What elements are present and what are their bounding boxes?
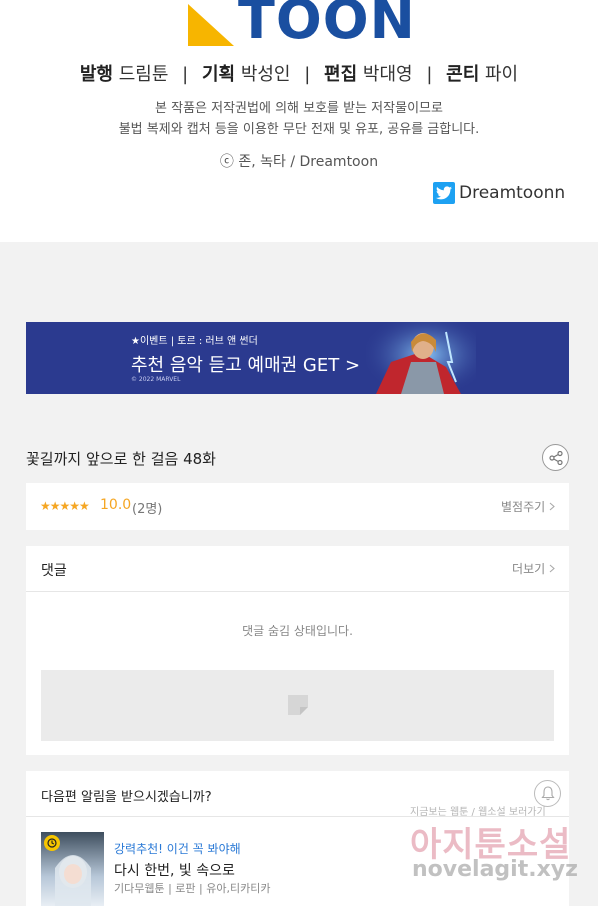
comments-label: 댓글 xyxy=(41,563,67,579)
comments-more-button[interactable]: 더보기 xyxy=(512,560,555,577)
credits-section: TOON 발행 드림툰 | 기획 박성인 | 편집 박대영 | 콘티 파이 본 … xyxy=(0,0,598,242)
staff-role: 편집 xyxy=(324,64,358,85)
rate-button[interactable]: 별점주기 xyxy=(501,498,555,515)
comments-card: 댓글 더보기 댓글 숨김 상태입니다. xyxy=(26,546,569,755)
episode-title: 꽃길까지 앞으로 한 걸음 48화 xyxy=(26,450,216,468)
staff-name: 박성인 xyxy=(240,64,291,85)
staff-role: 콘티 xyxy=(446,64,480,85)
site-watermark: 지금보는 웹툰 / 웹소설 보러가기 아지툰소설 novelagit.xyz xyxy=(410,803,590,903)
comments-header: 댓글 더보기 xyxy=(26,546,569,592)
share-icon xyxy=(548,450,563,465)
share-button[interactable] xyxy=(542,444,569,471)
recommendation-title[interactable]: 다시 한번, 빛 속으로 xyxy=(114,860,235,880)
alert-question: 다음편 알림을 받으시겠습니까? xyxy=(41,790,212,805)
notice-line: 불법 복제와 캡처 등을 이용한 무단 전재 및 유포, 공유를 금합니다. xyxy=(118,122,480,137)
rating-card: ★★★★★ 10.0 (2명) 별점주기 xyxy=(26,483,569,530)
more-label: 더보기 xyxy=(512,562,546,576)
hero-illustration xyxy=(366,322,476,394)
staff-name: 드림툰 xyxy=(118,64,169,85)
rating-score: 10.0 xyxy=(100,497,132,513)
logo-triangle-icon xyxy=(188,4,234,46)
staff-separator: | xyxy=(304,64,311,85)
banner-subtitle: ★이벤트 | 토르 : 러브 앤 썬더 xyxy=(131,336,258,347)
copyright-text: ⓒ 존, 녹타 / Dreamtoon xyxy=(219,154,379,170)
notice-line: 본 작품은 저작권법에 의해 보호를 받는 저작물이므로 xyxy=(155,101,443,116)
rating-count: (2명) xyxy=(132,502,163,517)
watermark-url: novelagit.xyz xyxy=(412,857,578,882)
chevron-right-icon xyxy=(549,502,555,511)
chevron-right-icon xyxy=(549,564,555,573)
recommendation-meta: 기다무웹툰 | 로판 | 유아,티카티카 xyxy=(114,882,271,895)
staff-credits: 발행 드림툰 | 기획 박성인 | 편집 박대영 | 콘티 파이 xyxy=(0,60,598,86)
banner-title: 추천 음악 듣고 예매권 GET > xyxy=(131,355,361,376)
banner-small-print: © 2022 MARVEL xyxy=(131,376,181,383)
rating-stars: ★★★★★ xyxy=(40,499,90,513)
event-banner[interactable]: ★이벤트 | 토르 : 러브 앤 썬더 추천 음악 듣고 예매권 GET > ©… xyxy=(26,322,569,394)
twitter-handle: Dreamtoonn xyxy=(459,183,566,203)
comment-placeholder-icon xyxy=(288,695,308,715)
staff-name: 파이 xyxy=(485,64,519,85)
staff-separator: | xyxy=(426,64,433,85)
rate-label: 별점주기 xyxy=(501,500,546,514)
twitter-icon xyxy=(433,182,455,204)
copyright-notice: 본 작품은 저작권법에 의해 보호를 받는 저작물이므로 불법 복제와 캡처 등… xyxy=(0,98,598,140)
thumbnail-illustration xyxy=(55,855,91,906)
recommendation-thumbnail[interactable] xyxy=(41,832,104,906)
recommendation-tag: 강력추천! 이건 꼭 봐야해 xyxy=(114,842,241,856)
staff-separator: | xyxy=(182,64,189,85)
watermark-caption: 지금보는 웹툰 / 웹소설 보러가기 xyxy=(410,807,546,818)
staff-role: 기획 xyxy=(201,64,236,85)
bell-icon xyxy=(540,786,555,801)
dreamtoon-logo: TOON xyxy=(188,0,415,50)
comments-hidden-message: 댓글 숨김 상태입니다. xyxy=(242,624,353,638)
logo-text: TOON xyxy=(238,0,416,51)
staff-name: 박대영 xyxy=(362,64,413,85)
twitter-link[interactable]: Dreamtoonn xyxy=(433,182,565,204)
staff-role: 발행 xyxy=(79,64,113,85)
comment-placeholder-box[interactable] xyxy=(41,670,554,741)
